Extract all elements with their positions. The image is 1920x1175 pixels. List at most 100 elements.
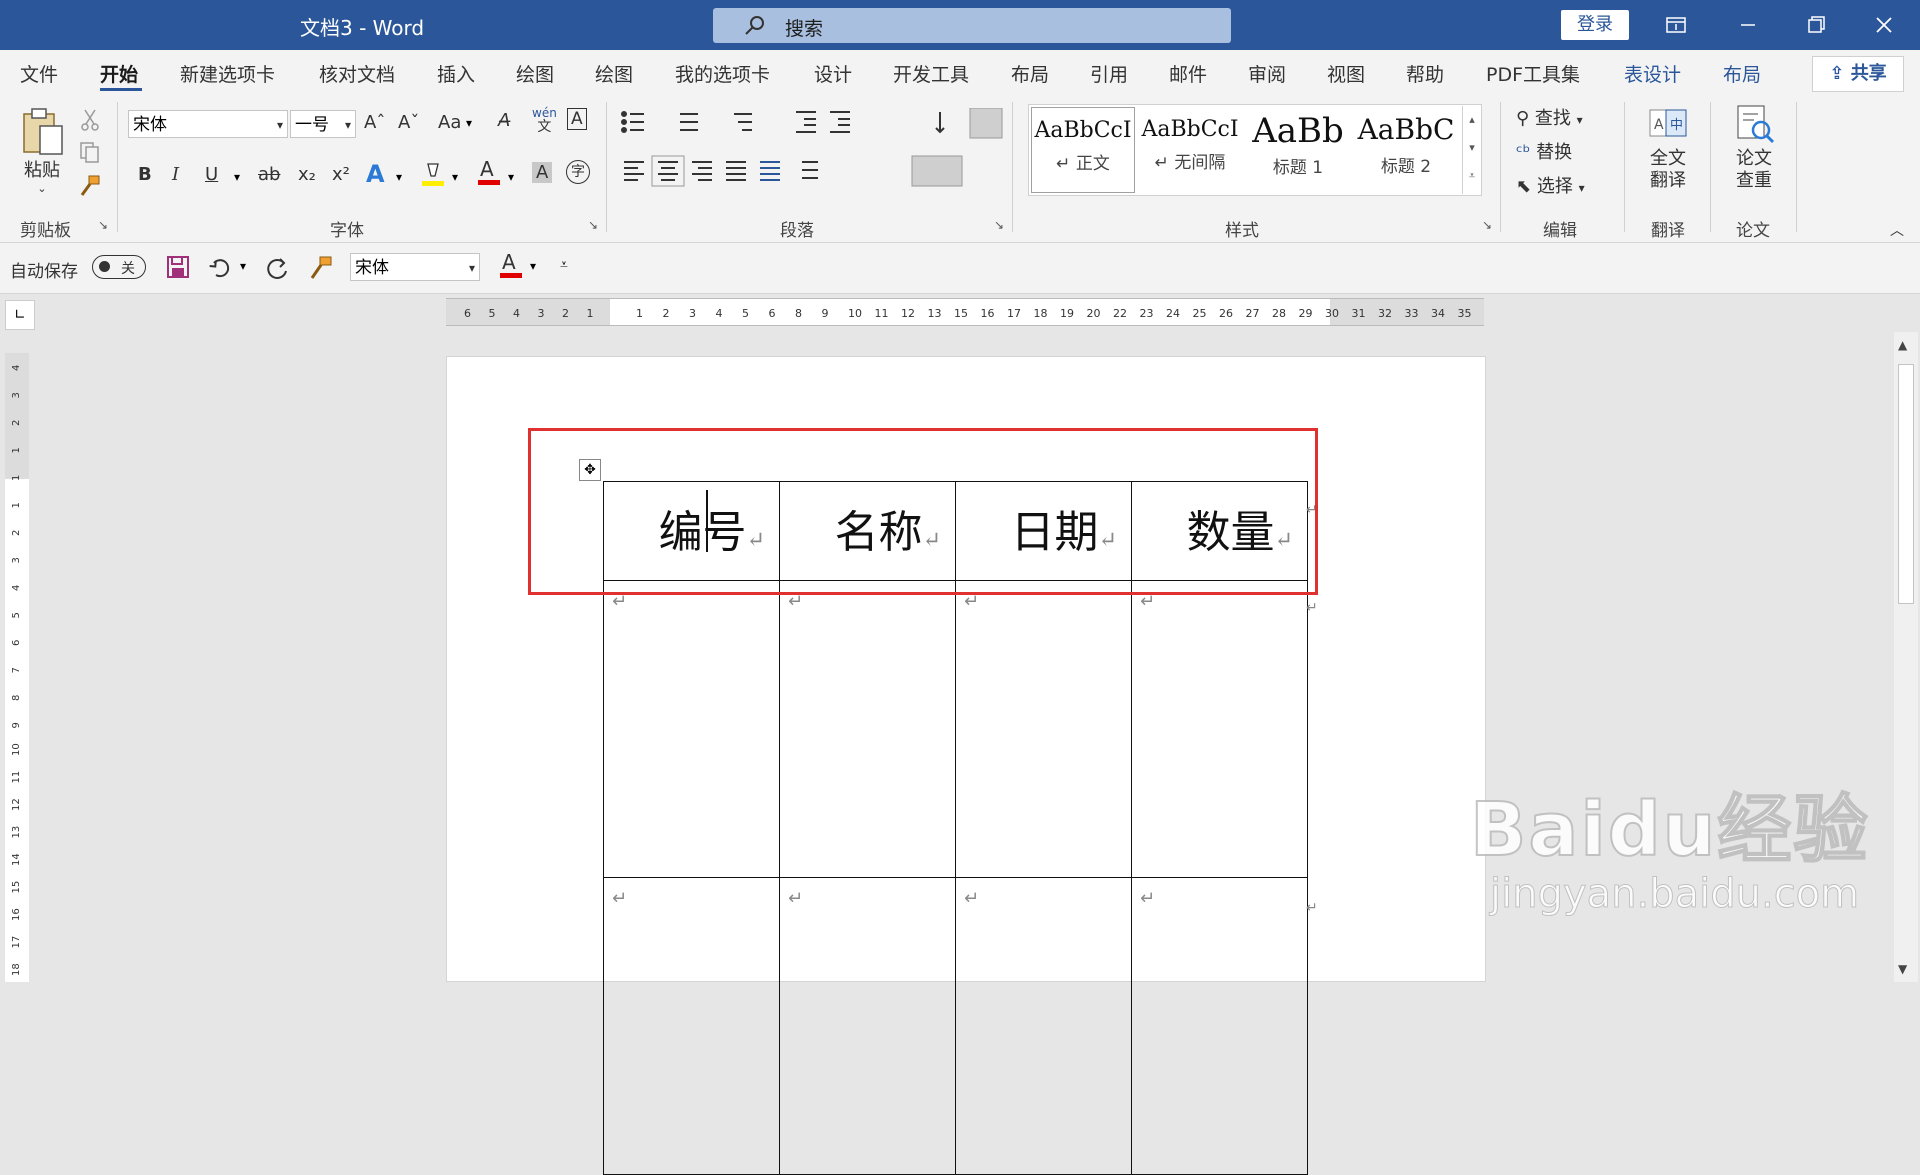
table-cell[interactable]: ↵ [1131,580,1308,878]
restore-button[interactable] [1794,8,1838,42]
shrink-font-button[interactable]: Aˇ [398,112,419,133]
styles-launcher-icon[interactable]: ↘ [1482,218,1492,232]
clear-formatting-button[interactable]: A̶ [498,110,510,131]
tab-selector-icon[interactable]: ∟ [5,300,35,330]
styles-scroll[interactable]: ▴ ▾ ⩡ [1462,106,1481,194]
grow-font-button[interactable]: Aˆ [364,112,385,133]
minimize-button[interactable] [1726,8,1770,42]
format-painter-button[interactable] [78,174,102,202]
italic-button[interactable]: I [172,164,179,185]
active-tab-indicator [100,88,142,91]
superscript-button[interactable]: x² [332,164,350,185]
change-case-button[interactable]: Aa [438,112,461,133]
style-heading-1[interactable]: AaBb 标题 1 [1247,107,1349,191]
more-styles-icon[interactable]: ⩡ [1463,162,1481,190]
highlight-button[interactable] [420,160,446,192]
scroll-up-icon[interactable]: ▲ [1898,338,1907,352]
ruler-number: 20 [1087,307,1101,320]
tab-draw-1[interactable]: 绘图 [516,60,554,87]
undo-button[interactable] [208,255,234,285]
vertical-scrollbar[interactable]: ▲ ▼ [1894,332,1918,982]
ruler-number: 33 [1405,307,1419,320]
ruler-number: 1 [11,447,22,453]
font-name-select[interactable]: 宋体 ▾ [128,110,288,138]
table-cell[interactable]: ↵ [1131,877,1308,1175]
replace-button[interactable]: ᶜᵇ 替换 [1516,138,1572,164]
select-button[interactable]: ⬉ 选择 ▾ [1516,172,1585,198]
subscript-button[interactable]: x₂ [298,164,316,185]
scrollbar-thumb[interactable] [1898,364,1914,604]
scroll-down-icon[interactable]: ▼ [1898,962,1907,976]
save-button[interactable] [166,255,190,283]
table-cell[interactable]: ↵ [955,580,1132,878]
tab-table-layout[interactable]: 布局 [1723,60,1761,87]
chevron-down-icon[interactable]: ▾ [530,259,536,273]
tab-developer[interactable]: 开发工具 [893,60,969,87]
ribbon-display-options-button[interactable] [1654,8,1698,42]
tab-pdf-tools[interactable]: PDF工具集 [1486,60,1580,87]
chevron-down-icon[interactable]: ▾ [240,259,246,273]
paragraph-tools-icons[interactable] [620,108,1018,196]
table-cell[interactable]: ↵ [603,580,780,878]
tab-mailings[interactable]: 邮件 [1169,60,1207,87]
copy-button[interactable] [78,140,102,168]
tab-file[interactable]: 文件 [20,60,58,87]
enclose-characters-button[interactable]: 字 [566,160,590,184]
style-normal[interactable]: AaBbCcI ↵ 正文 [1031,107,1135,193]
underline-button[interactable]: U [205,164,218,185]
table-cell[interactable]: ↵ [779,580,956,878]
text-effects-button[interactable]: A [366,160,385,188]
paper-check-button[interactable]: 论文 查重 [1728,104,1780,192]
table-cell[interactable]: ↵ [779,877,956,1175]
ruler-number: 6 [11,640,22,646]
format-painter-qat-button[interactable] [308,255,334,285]
ruler-number: 8 [11,695,22,701]
character-border-button[interactable]: A [567,108,587,130]
vertical-ruler[interactable]: 4 3 2 1 1 1 2 3 4 5 6 7 8 9 10 11 12 13 14 15 16 17 18 [5,353,29,982]
font-size-select[interactable]: 一号 ▾ [290,110,356,138]
font-color-button[interactable]: A [476,157,502,192]
autosave-toggle[interactable]: 关 [92,255,146,279]
format-painter-icon [310,256,332,279]
phonetic-guide-button[interactable]: wén 文 [532,106,557,134]
tab-insert[interactable]: 插入 [437,60,475,87]
chevron-up-icon[interactable]: ▴ [1463,106,1481,134]
tab-design[interactable]: 设计 [814,60,852,87]
clipboard-launcher-icon[interactable]: ↘ [98,218,108,232]
close-button[interactable] [1862,8,1906,42]
chevron-down-icon[interactable]: ▾ [1463,134,1481,162]
tab-help[interactable]: 帮助 [1406,60,1444,87]
qat-font-select[interactable]: 宋体 ▾ [350,253,480,281]
character-shading-button[interactable]: A [532,162,553,183]
tab-home[interactable]: 开始 [100,60,138,87]
tab-new[interactable]: 新建选项卡 [180,60,275,87]
search-box[interactable]: 搜索 [713,8,1231,43]
customize-qat-icon[interactable]: ⩡ [560,257,568,273]
tab-references[interactable]: 引用 [1090,60,1128,87]
table-cell[interactable]: ↵ [603,877,780,1175]
font-launcher-icon[interactable]: ↘ [588,218,598,232]
tab-my-tab[interactable]: 我的选项卡 [675,60,770,87]
login-button[interactable]: 登录 [1561,10,1629,40]
style-no-spacing[interactable]: AaBbCcI ↵ 无间隔 [1139,107,1241,191]
full-translate-button[interactable]: A中 全文 翻译 [1642,104,1694,192]
paragraph-launcher-icon[interactable]: ↘ [994,218,1004,232]
cut-button[interactable] [78,108,102,136]
qat-font-color-button[interactable]: A [498,250,524,285]
share-button[interactable]: ⇪ 共享 [1812,56,1904,92]
bold-button[interactable]: B [138,164,152,185]
horizontal-ruler[interactable]: 6 5 4 3 2 1 1 2 3 4 5 6 8 9 10 11 12 13 15 16 17 18 19 20 22 23 24… [446,298,1484,326]
style-heading-2[interactable]: AaBbC 标题 2 [1355,107,1457,191]
tab-review[interactable]: 审阅 [1248,60,1286,87]
tab-layout[interactable]: 布局 [1011,60,1049,87]
tab-draw-2[interactable]: 绘图 [595,60,633,87]
table-cell[interactable]: ↵ [955,877,1132,1175]
find-button[interactable]: ⚲ 查找 ▾ [1516,104,1583,130]
collapse-ribbon-icon[interactable]: ︿ [1890,220,1904,240]
redo-button[interactable] [264,255,290,285]
paste-button[interactable]: 粘贴 ⌄ [18,106,66,195]
tab-proofread[interactable]: 核对文档 [319,60,395,87]
strikethrough-button[interactable]: ab [258,164,280,185]
tab-table-design[interactable]: 表设计 [1624,60,1681,87]
tab-view[interactable]: 视图 [1327,60,1365,87]
